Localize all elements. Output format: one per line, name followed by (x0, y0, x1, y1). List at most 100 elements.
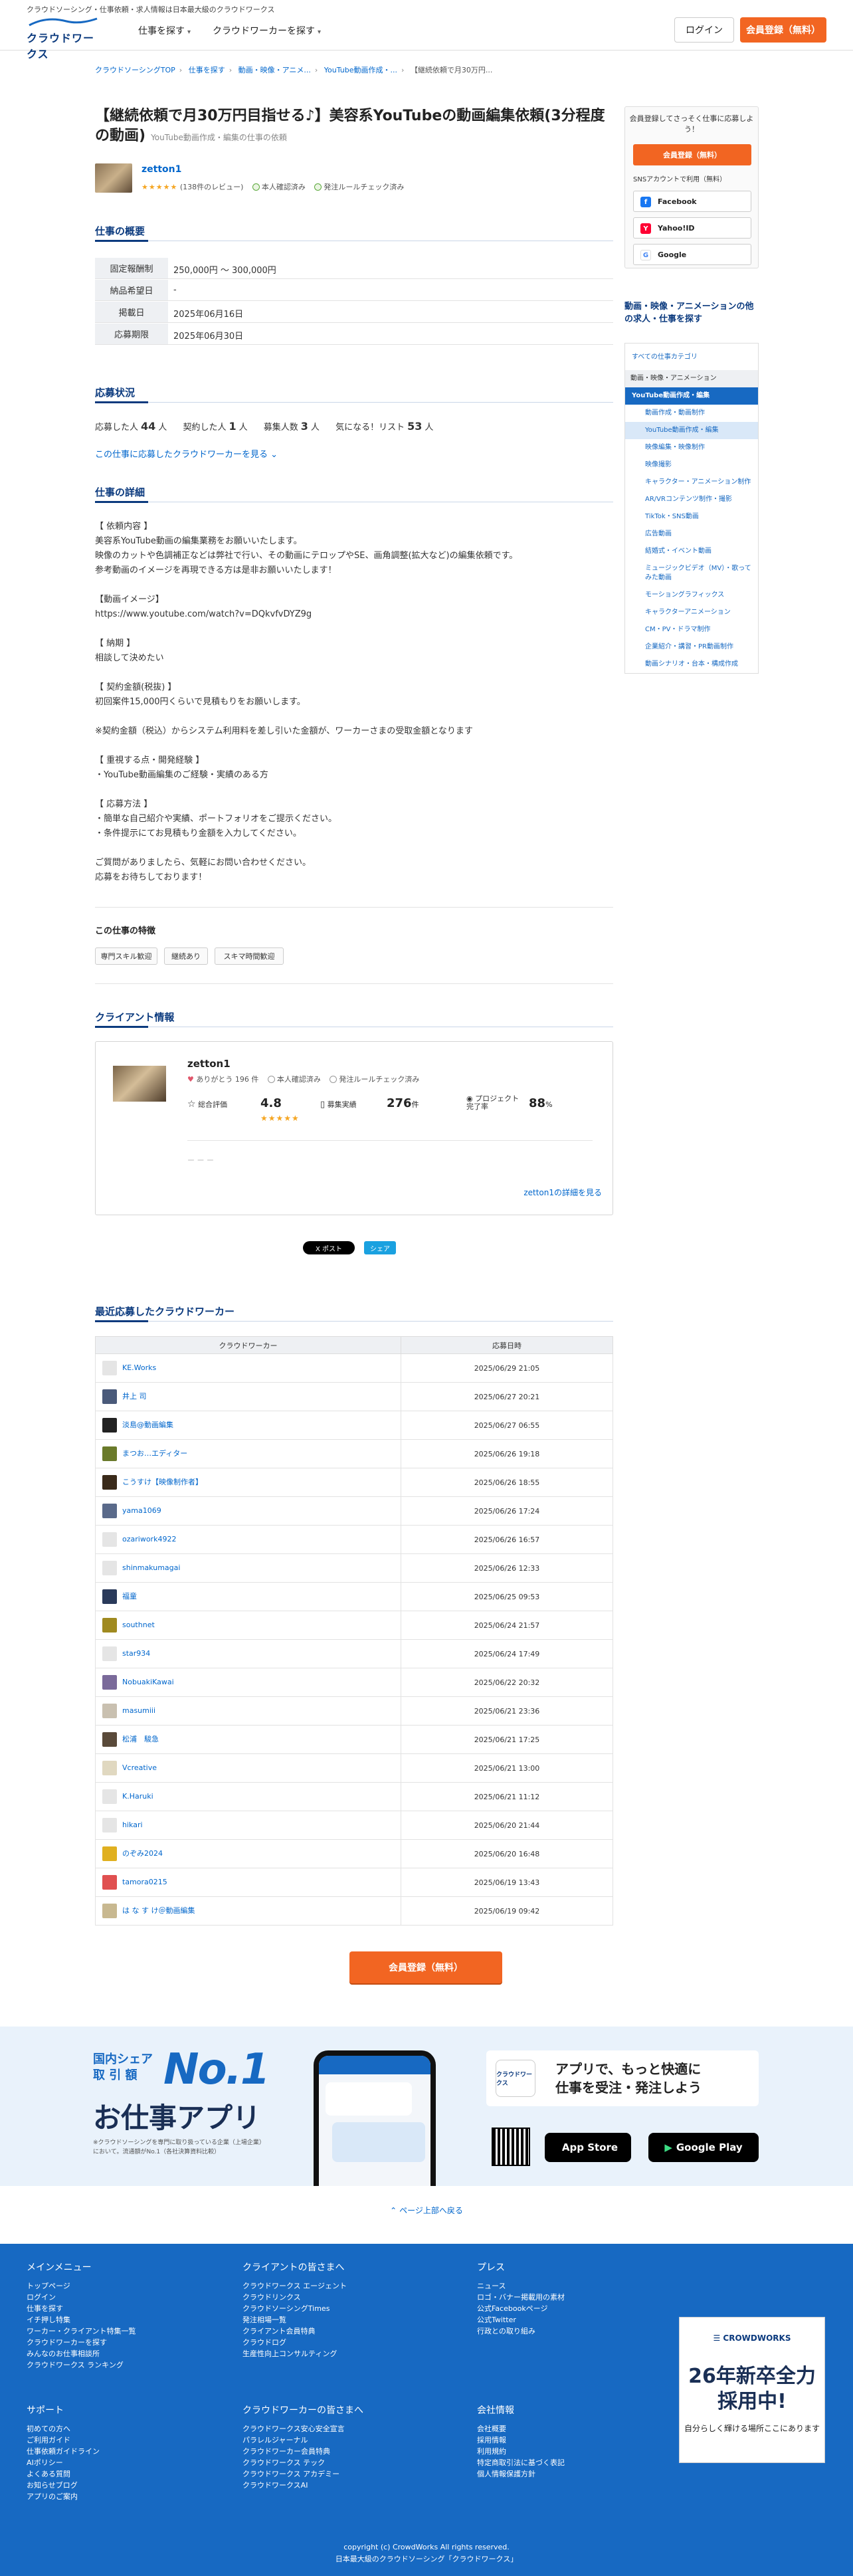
footer-link[interactable]: クラウドワーカー会員特典 (242, 2446, 363, 2457)
worker-avatar[interactable] (102, 1875, 117, 1890)
worker-avatar[interactable] (102, 1761, 117, 1775)
worker-avatar[interactable] (102, 1532, 117, 1547)
worker-name-link[interactable]: 淡島@動画編集 (122, 1421, 173, 1429)
category-parent[interactable]: 動画・映像・アニメーション (625, 370, 758, 387)
worker-name-link[interactable]: 井上 司 (122, 1392, 147, 1401)
google-login-button[interactable]: G Google (633, 244, 751, 265)
category-item[interactable]: 映像編集・映像制作 (625, 439, 758, 456)
nav-find-jobs[interactable]: 仕事を探す ▾ (138, 24, 191, 37)
footer-link[interactable]: 行政との取り組み (477, 2326, 565, 2337)
footer-link[interactable]: 仕事を探す (27, 2303, 136, 2314)
footer-link[interactable]: ニュース (477, 2280, 565, 2292)
footer-link[interactable]: 公式Facebookページ (477, 2303, 565, 2314)
category-item[interactable]: 動画作成・動画制作 (625, 405, 758, 422)
worker-name-link[interactable]: shinmakumagai (122, 1563, 180, 1572)
crowdworks-logo[interactable]: クラウドワークス (27, 17, 100, 60)
worker-avatar[interactable] (102, 1446, 117, 1461)
job-category[interactable]: YouTube動画作成・編集の仕事の依頼 (151, 133, 287, 142)
footer-link[interactable]: お知らせブログ (27, 2480, 100, 2491)
footer-link[interactable]: AIポリシー (27, 2457, 100, 2468)
worker-name-link[interactable]: tamora0215 (122, 1878, 167, 1886)
footer-link[interactable]: パラレルジャーナル (242, 2434, 363, 2446)
worker-avatar[interactable] (102, 1732, 117, 1747)
worker-avatar[interactable] (102, 1361, 117, 1375)
footer-link[interactable]: クラウドワーカーを探す (27, 2337, 136, 2348)
category-item[interactable]: 企業紹介・講習・PR動画制作 (625, 639, 758, 656)
category-item[interactable]: キャラクターアニメーション (625, 604, 758, 621)
category-item[interactable]: ミュージックビデオ（MV）・歌ってみた動画 (625, 560, 758, 587)
footer-link[interactable]: 生産性向上コンサルティング (242, 2348, 347, 2359)
category-item[interactable]: 映像撮影 (625, 456, 758, 474)
worker-name-link[interactable]: hikari (122, 1821, 143, 1829)
footer-link[interactable]: 公式Twitter (477, 2314, 565, 2326)
worker-avatar[interactable] (102, 1618, 117, 1633)
worker-avatar[interactable] (102, 1846, 117, 1861)
worker-avatar[interactable] (102, 1589, 117, 1604)
footer-link[interactable]: クラウドワークスAI (242, 2480, 363, 2491)
client-avatar[interactable] (95, 163, 132, 193)
footer-link[interactable]: クラウドソーシングTimes (242, 2303, 347, 2314)
footer-link[interactable]: クラウドログ (242, 2337, 347, 2348)
footer-link[interactable]: ロゴ・バナー掲載用の素材 (477, 2292, 565, 2303)
footer-link[interactable]: 採用情報 (477, 2434, 565, 2446)
footer-link[interactable]: よくある質問 (27, 2468, 100, 2480)
footer-link[interactable]: 特定商取引法に基づく表記 (477, 2457, 565, 2468)
sidebar-register-button[interactable]: 会員登録（無料） (633, 144, 751, 165)
client-name-link[interactable]: zetton1 (142, 164, 181, 175)
google-play-button[interactable]: ▶ Google Play (648, 2133, 759, 2162)
footer-link[interactable]: クラウドリンクス (242, 2292, 347, 2303)
footer-link[interactable]: アプリのご案内 (27, 2491, 100, 2502)
category-item[interactable]: AR/VRコンテンツ制作・撮影 (625, 491, 758, 508)
yahoo-login-button[interactable]: Y Yahoo!ID (633, 217, 751, 239)
footer-link[interactable]: クラウドワークス ランキング (27, 2359, 136, 2371)
footer-link[interactable]: 個人情報保護方針 (477, 2468, 565, 2480)
worker-avatar[interactable] (102, 1646, 117, 1661)
cta-register-button[interactable]: 会員登録（無料） (349, 1951, 502, 1983)
category-item[interactable]: YouTube動画作成・編集 (625, 422, 758, 439)
worker-avatar[interactable] (102, 1561, 117, 1575)
review-count-link[interactable]: (138件のレビュー) (180, 183, 244, 191)
client-avatar[interactable] (113, 1066, 166, 1102)
worker-avatar[interactable] (102, 1475, 117, 1490)
worker-name-link[interactable]: Vcreative (122, 1763, 157, 1772)
category-item[interactable]: CM・PV・ドラマ制作 (625, 621, 758, 639)
app-store-button[interactable]: App Store (545, 2133, 631, 2162)
client-name[interactable]: zetton1 (187, 1058, 231, 1070)
footer-link[interactable]: ご利用ガイド (27, 2434, 100, 2446)
category-item[interactable]: TikTok・SNS動画 (625, 508, 758, 526)
x-post-button[interactable]: X ポスト (303, 1241, 355, 1254)
breadcrumb-item[interactable]: YouTube動画作成・... (324, 66, 397, 74)
page-top-link[interactable]: ⌃ ページ上部へ戻る (0, 2205, 853, 2216)
footer-link[interactable]: トップページ (27, 2280, 136, 2292)
category-item[interactable]: 動画シナリオ・台本・構成作成 (625, 656, 758, 673)
breadcrumb-item[interactable]: 動画・映像・アニメ... (238, 66, 311, 74)
worker-name-link[interactable]: yama1069 (122, 1506, 161, 1515)
worker-avatar[interactable] (102, 1904, 117, 1918)
client-detail-link[interactable]: zetton1の詳細を見る (523, 1187, 602, 1198)
footer-link[interactable]: 仕事依頼ガイドライン (27, 2446, 100, 2457)
worker-avatar[interactable] (102, 1704, 117, 1718)
breadcrumb-item[interactable]: 仕事を探す (189, 66, 225, 74)
footer-link[interactable]: イチ押し特集 (27, 2314, 136, 2326)
worker-name-link[interactable]: KE.Works (122, 1363, 156, 1372)
worker-name-link[interactable]: こうすけ【映像制作者】 (122, 1478, 203, 1486)
footer-link[interactable]: クラウドワークス安心安全宣言 (242, 2423, 363, 2434)
footer-link[interactable]: 会社概要 (477, 2423, 565, 2434)
worker-name-link[interactable]: 福童 (122, 1592, 137, 1601)
worker-name-link[interactable]: K.Haruki (122, 1792, 153, 1801)
worker-name-link[interactable]: star934 (122, 1649, 150, 1658)
recruit-banner[interactable]: ☰ CROWDWORKS 26年新卒全力採用中! 自分らしく輝ける場所ここにあり… (679, 2317, 825, 2463)
worker-name-link[interactable]: ozariwork4922 (122, 1535, 176, 1543)
worker-avatar[interactable] (102, 1418, 117, 1433)
worker-avatar[interactable] (102, 1504, 117, 1518)
worker-avatar[interactable] (102, 1675, 117, 1690)
worker-name-link[interactable]: masumiii (122, 1706, 155, 1715)
footer-link[interactable]: みんなのお仕事相談所 (27, 2348, 136, 2359)
category-item[interactable]: 広告動画 (625, 526, 758, 543)
footer-link[interactable]: ワーカー・クライアント特集一覧 (27, 2326, 136, 2337)
category-item[interactable]: モーショングラフィックス (625, 587, 758, 604)
breadcrumb-item[interactable]: クラウドソーシングTOP (95, 66, 175, 74)
see-applicants-link[interactable]: この仕事に応募したクラウドワーカーを見る ⌄ (95, 447, 278, 460)
worker-avatar[interactable] (102, 1389, 117, 1404)
register-button[interactable]: 会員登録（無料） (740, 17, 826, 43)
